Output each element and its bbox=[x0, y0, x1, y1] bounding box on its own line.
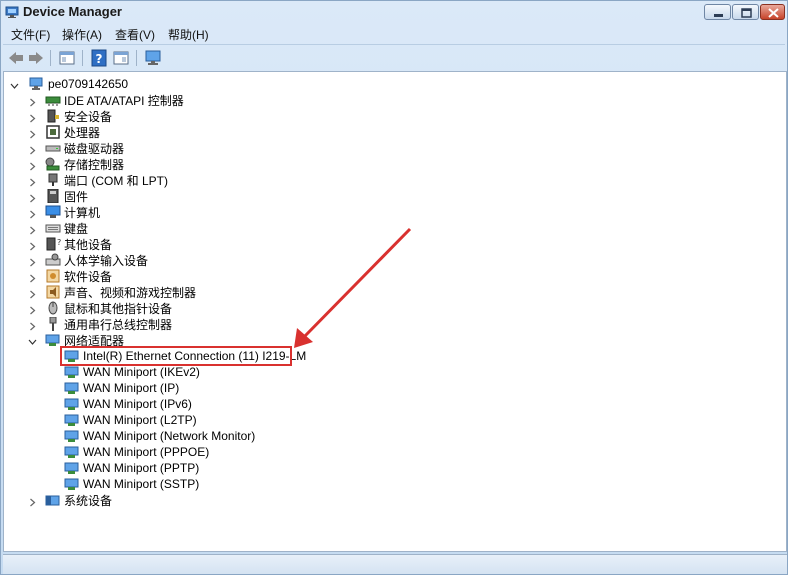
title-bar[interactable]: Device Manager bbox=[1, 1, 787, 23]
menu-help[interactable]: 帮助(H) bbox=[168, 26, 209, 43]
annotation-arrow bbox=[294, 227, 412, 348]
toolbar-separator bbox=[82, 50, 83, 66]
menu-bar: 文件(F) 操作(A) 查看(V) 帮助(H) bbox=[3, 23, 785, 43]
back-arrow-icon[interactable] bbox=[7, 49, 25, 67]
menu-view[interactable]: 查看(V) bbox=[115, 26, 155, 43]
window-title: Device Manager bbox=[23, 4, 122, 19]
forward-arrow-icon[interactable] bbox=[27, 49, 45, 67]
close-button[interactable] bbox=[760, 4, 785, 20]
menu-file[interactable]: 文件(F) bbox=[11, 26, 50, 43]
toolbar-separator bbox=[50, 50, 51, 66]
device-manager-window: Device Manager 文件(F) 操作(A) 查看(V) 帮助(H) ? bbox=[0, 0, 788, 575]
svg-text:?: ? bbox=[96, 52, 103, 66]
toolbar-separator bbox=[136, 50, 137, 66]
minimize-button[interactable] bbox=[704, 4, 731, 20]
device-tree: pe0709142650 IDE ATA/ATAPI 控制器 安全设备 处理器 … bbox=[3, 71, 787, 552]
maximize-button[interactable] bbox=[732, 4, 759, 20]
status-bar bbox=[3, 554, 787, 574]
help-icon[interactable]: ? bbox=[90, 49, 108, 67]
menu-action[interactable]: 操作(A) bbox=[62, 26, 102, 43]
properties-pane-icon[interactable] bbox=[112, 49, 130, 67]
monitor-scan-icon[interactable] bbox=[144, 49, 162, 67]
device-manager-app-icon bbox=[5, 5, 19, 19]
toolbar: ? bbox=[3, 44, 785, 70]
show-hide-console-tree-icon[interactable] bbox=[58, 49, 76, 67]
